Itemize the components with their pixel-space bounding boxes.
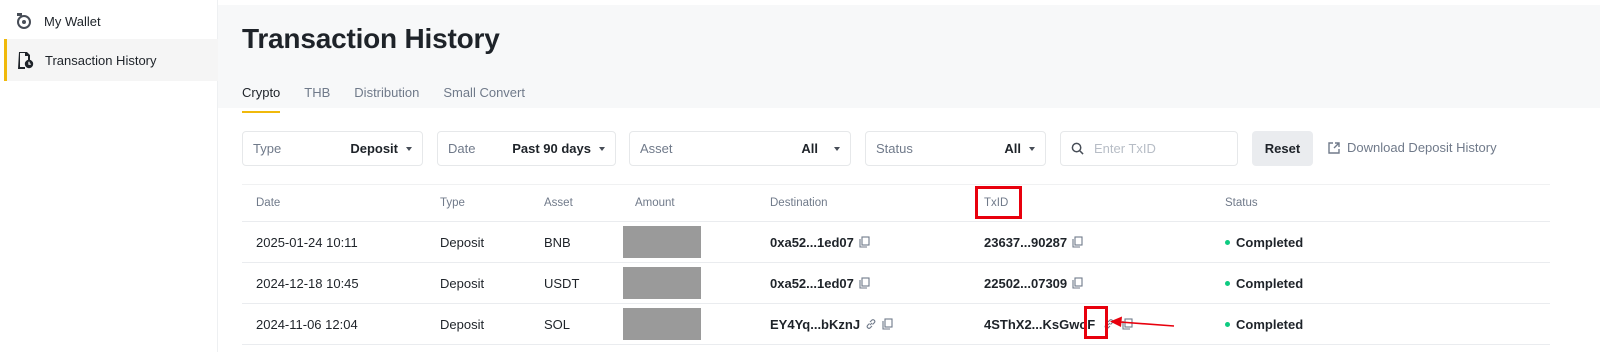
row-destination: 0xa52...1ed07 — [770, 263, 870, 303]
row-type: Deposit — [440, 234, 485, 250]
page-title: Transaction History — [242, 23, 500, 54]
row-type: Deposit — [440, 275, 485, 291]
filter-label: Asset — [640, 141, 673, 156]
header-type: Type — [440, 197, 465, 209]
status-dot — [1225, 321, 1230, 327]
status-filter-select[interactable]: Status All — [865, 131, 1046, 166]
export-icon — [1328, 141, 1340, 154]
row-status: Completed — [1225, 304, 1303, 344]
destination-address: EY4Yq...bKznJ — [770, 316, 861, 332]
sidebar-item-label: Transaction History — [45, 52, 157, 68]
row-asset: SOL — [544, 316, 571, 332]
download-deposit-history-link[interactable]: Download Deposit History — [1328, 140, 1497, 155]
row-destination: EY4Yq...bKznJ — [770, 304, 893, 344]
filter-value: Past 90 days — [512, 141, 591, 156]
annotation-arrow-icon — [1110, 316, 1175, 327]
header-destination: Destination — [770, 197, 828, 209]
sidebar-item-transaction-history[interactable]: Transaction History — [4, 39, 218, 81]
row-txid: 22502...07309 — [984, 263, 1083, 303]
row-date: 2024-11-06 12:04 — [256, 316, 358, 332]
row-date: 2024-12-18 10:45 — [256, 275, 359, 291]
row-type: Deposit — [440, 316, 485, 332]
filter-label: Date — [448, 141, 476, 156]
filter-value: All — [1004, 141, 1021, 156]
download-label: Download Deposit History — [1347, 140, 1497, 155]
table-row: 2024-12-18 10:45 Deposit USDT 0xa52...1e… — [242, 263, 1550, 304]
status-dot — [1225, 239, 1230, 245]
tab-thb[interactable]: THB — [304, 85, 330, 113]
filter-label: Status — [876, 141, 913, 156]
table-row: 2024-11-06 12:04 Deposit SOL EY4Yq...bKz… — [242, 304, 1550, 345]
type-filter-select[interactable]: Type Deposit — [242, 131, 423, 166]
txid-link-highlight — [1084, 306, 1108, 339]
txid-header-highlight — [975, 186, 1022, 219]
row-asset: USDT — [544, 275, 580, 291]
txid-search-box — [1060, 131, 1238, 166]
redacted-amount — [623, 226, 701, 258]
copy-icon[interactable] — [882, 318, 893, 330]
header-amount: Amount — [635, 197, 675, 209]
link-icon[interactable] — [865, 318, 877, 330]
header-date: Date — [256, 197, 281, 209]
destination-address: 0xa52...1ed07 — [770, 234, 854, 250]
redacted-amount — [623, 267, 701, 299]
copy-icon[interactable] — [859, 236, 870, 248]
main-content: Transaction History Crypto THB Distribut… — [218, 0, 1600, 352]
txid-value: 4SThX2...KsGwoF — [984, 316, 1096, 332]
table-header: Date Type Asset Amount Destination TxID … — [242, 184, 1550, 222]
filter-value: All — [801, 141, 818, 156]
filter-value: Deposit — [350, 141, 398, 156]
txid-search-input[interactable] — [1094, 141, 1224, 156]
history-icon — [15, 50, 35, 70]
copy-icon[interactable] — [859, 277, 870, 289]
header-band: Transaction History Crypto THB Distribut… — [218, 5, 1600, 113]
chevron-down-icon — [406, 146, 412, 151]
chevron-down-icon — [834, 146, 840, 151]
row-status: Completed — [1225, 263, 1303, 303]
row-txid: 23637...90287 — [984, 222, 1083, 262]
status-text: Completed — [1236, 316, 1304, 332]
row-destination: 0xa52...1ed07 — [770, 222, 870, 262]
chevron-down-icon — [1029, 146, 1035, 151]
row-date: 2025-01-24 10:11 — [256, 234, 358, 250]
destination-address: 0xa52...1ed07 — [770, 275, 854, 291]
redacted-amount — [623, 308, 701, 340]
wallet-icon — [14, 11, 34, 31]
tab-small-convert[interactable]: Small Convert — [443, 85, 525, 113]
txid-value: 23637...90287 — [984, 234, 1068, 250]
transaction-table: Date Type Asset Amount Destination TxID … — [242, 184, 1550, 345]
tab-bar: Crypto THB Distribution Small Convert — [242, 85, 549, 113]
status-text: Completed — [1236, 275, 1304, 291]
search-icon — [1071, 142, 1084, 155]
filter-label: Type — [253, 141, 282, 156]
asset-filter-select[interactable]: Asset All — [629, 131, 851, 166]
row-asset: BNB — [544, 234, 571, 250]
chevron-down-icon — [599, 146, 605, 151]
header-asset: Asset — [544, 197, 573, 209]
header-status: Status — [1225, 197, 1258, 209]
status-dot — [1225, 280, 1230, 286]
reset-button[interactable]: Reset — [1252, 131, 1313, 166]
date-filter-select[interactable]: Date Past 90 days — [437, 131, 616, 166]
tab-crypto[interactable]: Crypto — [242, 85, 281, 113]
txid-value: 22502...07309 — [984, 275, 1068, 291]
sidebar-item-my-wallet[interactable]: My Wallet — [4, 0, 218, 42]
sidebar: My Wallet Transaction History — [0, 0, 218, 352]
row-status: Completed — [1225, 222, 1303, 262]
status-text: Completed — [1236, 234, 1304, 250]
table-row: 2025-01-24 10:11 Deposit BNB 0xa52...1ed… — [242, 222, 1550, 263]
copy-icon[interactable] — [1072, 277, 1083, 289]
sidebar-item-label: My Wallet — [44, 13, 101, 29]
tab-distribution[interactable]: Distribution — [354, 85, 419, 113]
copy-icon[interactable] — [1072, 236, 1083, 248]
